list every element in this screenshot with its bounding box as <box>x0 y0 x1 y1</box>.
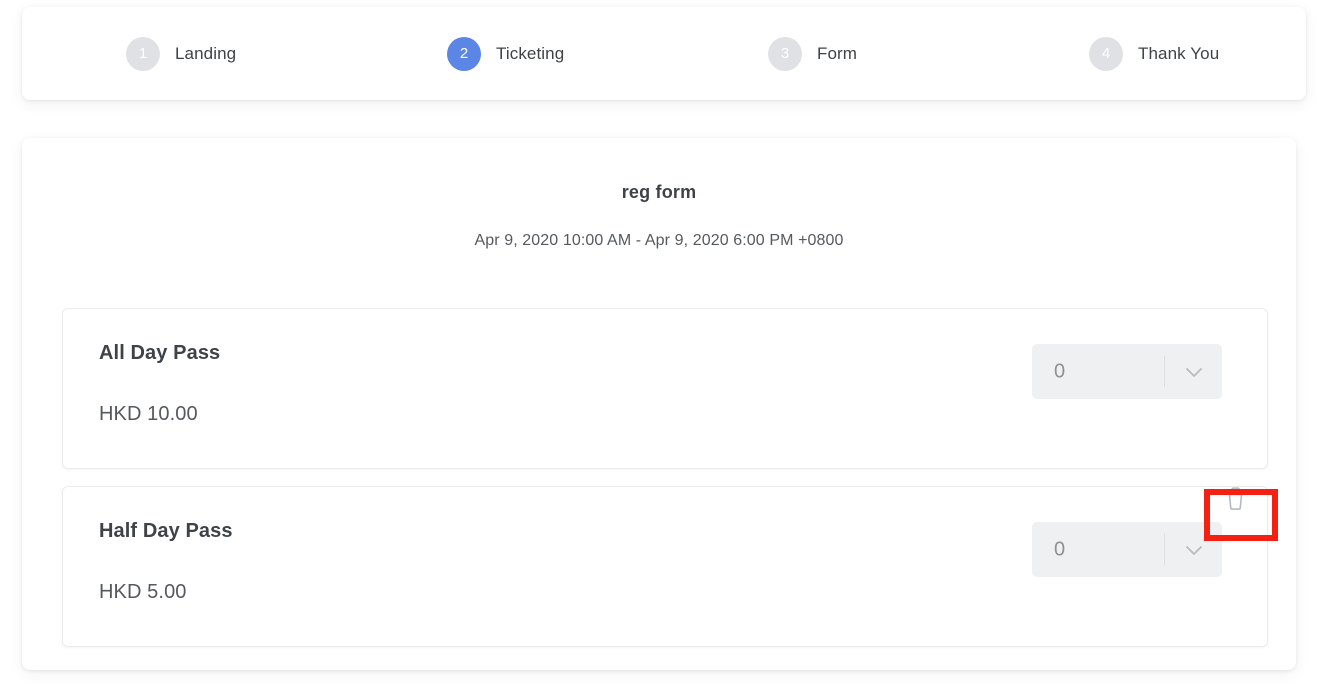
ticket-quantity-value: 0 <box>1054 360 1066 382</box>
ticket-quantity-value: 0 <box>1054 538 1066 560</box>
select-divider <box>1164 534 1165 565</box>
ticket-quantity-select[interactable]: 0 <box>1032 522 1222 577</box>
delete-ticket-button[interactable] <box>1213 478 1257 518</box>
ticket-name: Half Day Pass <box>99 520 233 542</box>
trash-icon <box>1225 486 1246 510</box>
ticket-row: Half Day Pass HKD 5.00 0 <box>62 486 1268 647</box>
event-title: reg form <box>621 182 697 202</box>
ticket-price: HKD 5.00 <box>99 581 187 603</box>
event-date-range: Apr 9, 2020 10:00 AM - Apr 9, 2020 6:00 … <box>474 232 844 249</box>
ticket-list: All Day Pass HKD 10.00 0 Half Day Pass H… <box>62 308 1268 664</box>
stepper-step-landing[interactable]: 1 Landing <box>22 36 343 71</box>
stepper-step-number: 2 <box>447 36 481 71</box>
stepper-step-thank-you[interactable]: 4 Thank You <box>985 36 1306 71</box>
stepper-step-label: Landing <box>175 43 237 63</box>
ticket-quantity-select[interactable]: 0 <box>1032 344 1222 399</box>
ticketing-panel: reg form Apr 9, 2020 10:00 AM - Apr 9, 2… <box>22 138 1296 670</box>
ticket-name: All Day Pass <box>99 342 221 364</box>
progress-stepper: 1 Landing 2 Ticketing 3 Form 4 Thank You <box>22 7 1306 100</box>
stepper-step-label: Ticketing <box>496 43 565 63</box>
chevron-down-icon <box>1183 361 1205 383</box>
stepper-step-label: Thank You <box>1138 43 1220 63</box>
stepper-step-number: 3 <box>768 36 802 71</box>
stepper-step-form[interactable]: 3 Form <box>664 36 985 71</box>
chevron-down-icon <box>1183 539 1205 561</box>
ticket-row: All Day Pass HKD 10.00 0 <box>62 308 1268 469</box>
stepper-step-number: 4 <box>1089 36 1123 71</box>
stepper-step-ticketing[interactable]: 2 Ticketing <box>343 36 664 71</box>
stepper-step-number: 1 <box>126 36 160 71</box>
stepper-step-label: Form <box>817 43 858 63</box>
select-divider <box>1164 356 1165 387</box>
ticket-price: HKD 10.00 <box>99 403 198 425</box>
